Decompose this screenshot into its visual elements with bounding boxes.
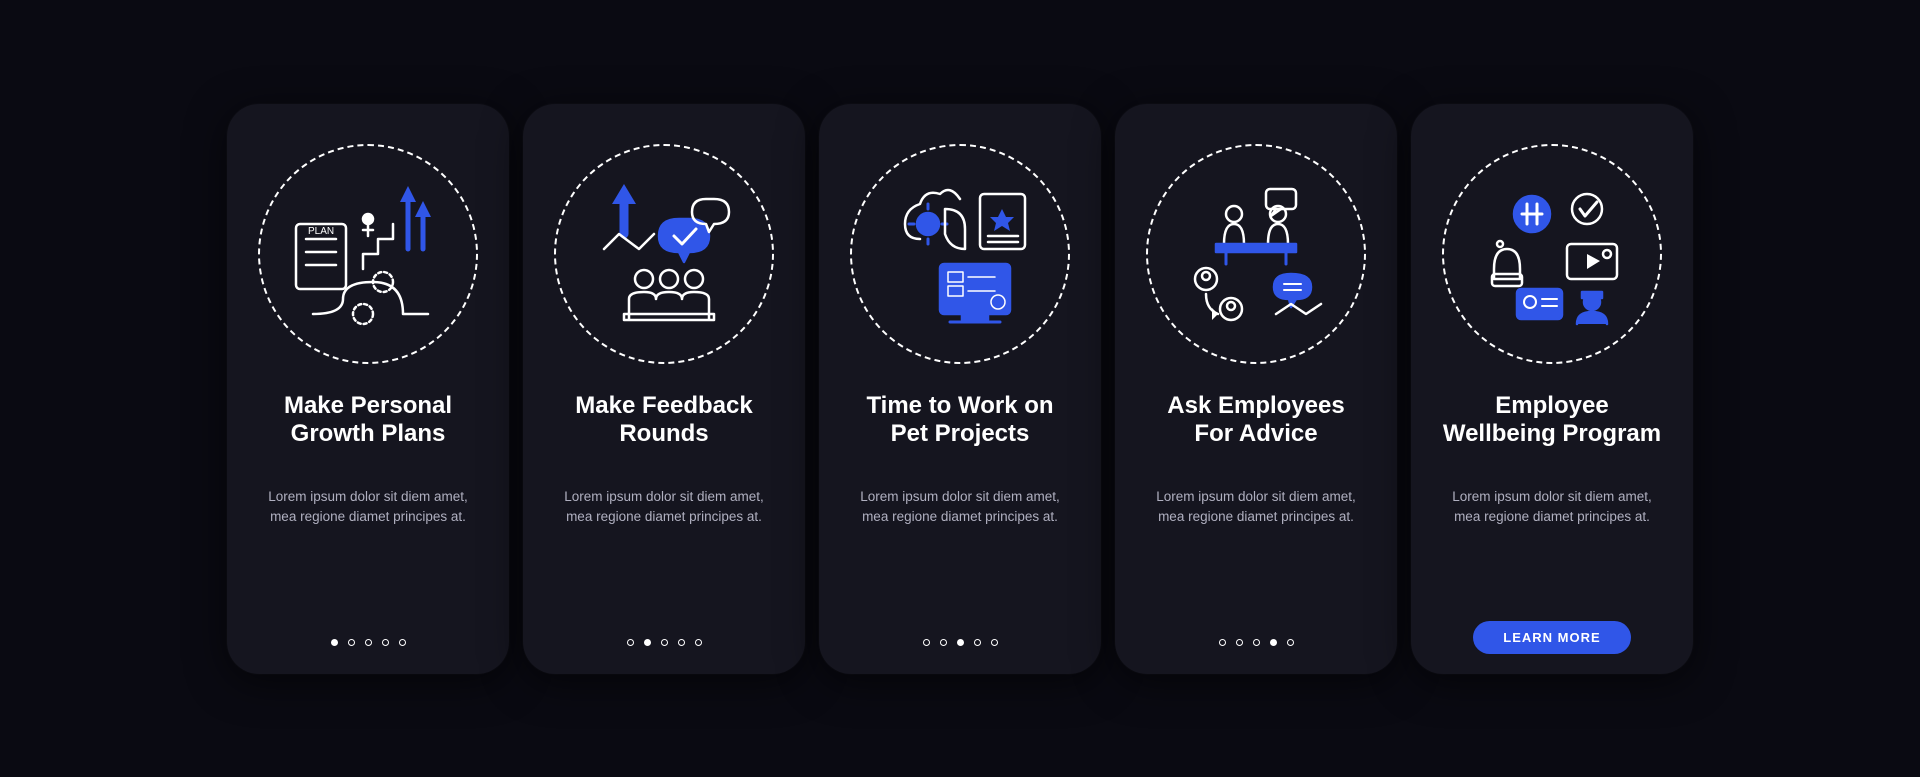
pagination-dot[interactable] [1270, 639, 1277, 646]
pagination-dots [1219, 639, 1294, 646]
onboarding-card-2: Make Feedback Rounds Lorem ipsum dolor s… [523, 104, 805, 674]
pagination-dot[interactable] [974, 639, 981, 646]
pagination-dot[interactable] [627, 639, 634, 646]
pet-projects-icon [850, 144, 1070, 364]
pagination-dot[interactable] [1236, 639, 1243, 646]
pagination-dot[interactable] [661, 639, 668, 646]
wellbeing-icon [1442, 144, 1662, 364]
pagination-dot[interactable] [644, 639, 651, 646]
pagination-dot[interactable] [382, 639, 389, 646]
onboarding-card-5: Employee Wellbeing Program Lorem ipsum d… [1411, 104, 1693, 674]
pagination-dots [627, 639, 702, 646]
card-description: Lorem ipsum dolor sit diem amet, mea reg… [843, 487, 1077, 528]
learn-more-button[interactable]: LEARN MORE [1473, 621, 1630, 654]
growth-plan-icon: PLAN [258, 144, 478, 364]
feedback-icon [554, 144, 774, 364]
card-description: Lorem ipsum dolor sit diem amet, mea reg… [1435, 487, 1669, 528]
pagination-dot[interactable] [331, 639, 338, 646]
pagination-dot[interactable] [348, 639, 355, 646]
advice-icon [1146, 144, 1366, 364]
card-title: Ask Employees For Advice [1139, 392, 1373, 450]
card-title: Make Feedback Rounds [547, 392, 781, 450]
pagination-dot[interactable] [695, 639, 702, 646]
pagination-dots [331, 639, 406, 646]
pagination-dot[interactable] [1287, 639, 1294, 646]
card-description: Lorem ipsum dolor sit diem amet, mea reg… [547, 487, 781, 528]
pagination-dot[interactable] [957, 639, 964, 646]
onboarding-card-4: Ask Employees For Advice Lorem ipsum dol… [1115, 104, 1397, 674]
pagination-dot[interactable] [991, 639, 998, 646]
svg-text:PLAN: PLAN [308, 226, 334, 237]
card-title: Make Personal Growth Plans [251, 392, 485, 450]
card-description: Lorem ipsum dolor sit diem amet, mea reg… [251, 487, 485, 528]
onboarding-card-1: PLAN Make Personal Growth Plans Lorem ip… [227, 104, 509, 674]
pagination-dot[interactable] [940, 639, 947, 646]
pagination-dot[interactable] [678, 639, 685, 646]
pagination-dot[interactable] [399, 639, 406, 646]
onboarding-card-3: Time to Work on Pet Projects Lorem ipsum… [819, 104, 1101, 674]
card-title: Time to Work on Pet Projects [843, 392, 1077, 450]
pagination-dot[interactable] [1219, 639, 1226, 646]
pagination-dot[interactable] [365, 639, 372, 646]
pagination-dot[interactable] [1253, 639, 1260, 646]
card-title: Employee Wellbeing Program [1435, 392, 1669, 450]
pagination-dots [923, 639, 998, 646]
pagination-dot[interactable] [923, 639, 930, 646]
card-description: Lorem ipsum dolor sit diem amet, mea reg… [1139, 487, 1373, 528]
